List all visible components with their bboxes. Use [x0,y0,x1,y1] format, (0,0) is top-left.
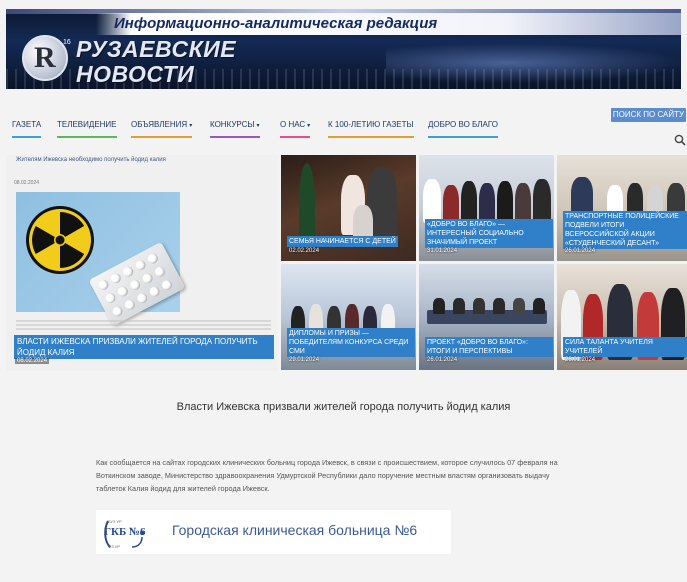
news-tile[interactable]: СИЛА ТАЛАНТА УЧИТЕЛЯ УЧИТЕЛЕЙ 26.01.2024 [557,264,687,370]
article-body: Как сообщается на сайтах городских клини… [96,458,558,493]
hospital-abbr: ГКБ №6 [104,526,146,538]
tile-date: 26.01.2024 [565,248,596,254]
main-nav: ГАЗЕТА ТЕЛЕВИДЕНИЕ ОБЪЯВЛЕНИЯ ▾ КОНКУРСЫ ▾… [0,114,687,141]
tile-figure [433,298,445,314]
hospital-banner: БУЗ УР ГКБ №6 МЗ УР Городская клиническа… [96,510,451,554]
featured-source-date: 08.02.2024 [14,180,40,186]
chevron-down-icon: ▾ [256,123,260,129]
tile-figure [299,163,315,243]
nav-item-television[interactable]: ТЕЛЕВИДЕНИЕ [57,120,117,138]
featured-image [16,192,186,327]
nav-item-announcements[interactable]: ОБЪЯВЛЕНИЯ ▾ [131,120,193,138]
nav-item-label: ТЕЛЕВИДЕНИЕ [57,120,117,129]
nav-item-centenary[interactable]: К 100-ЛЕТИЮ ГАЗЕТЫ [328,120,414,138]
age-rating-badge: 16 [63,39,71,46]
featured-title[interactable]: ВЛАСТИ ИЖЕВСКА ПРИЗВАЛИ ЖИТЕЛЕЙ ГОРОДА П… [14,335,274,359]
tile-title: ТРАНСПОРТНЫЕ ПОЛИЦЕЙСКИЕ ПОДВЕЛИ ИТОГИ В… [563,211,687,249]
news-tile[interactable]: ТРАНСПОРТНЫЕ ПОЛИЦЕЙСКИЕ ПОДВЕЛИ ИТОГИ В… [557,155,687,261]
featured-date: 08.02.2024 [15,358,50,364]
tile-title: ПРОЕКТ «ДОБРО ВО БЛАГО»: ИТОГИ И ПЕРСПЕК… [425,337,553,357]
news-tile[interactable]: СЕМЬЯ НАЧИНАЕТСЯ С ДЕТЕЙ 02.02.2024 [281,155,416,261]
tile-date: 26.01.2024 [565,357,596,363]
nav-item-label: К 100-ЛЕТИЮ ГАЗЕТЫ [328,120,414,129]
page: Информационно-аналитическая редакция R 1… [0,0,687,582]
tile-date: 29.01.2024 [289,357,320,363]
tile-figure [423,179,441,223]
tile-figure [473,298,485,314]
hospital-abbr-bottom: МЗ УР [108,544,121,549]
featured-blurred-text [16,320,271,330]
chevron-down-icon: ▾ [307,123,311,129]
banner-tagline: Информационно-аналитическая редакция [114,15,438,32]
chevron-down-icon: ▾ [189,123,193,129]
nav-item-dobro-vo-blago[interactable]: ДОБРО ВО БЛАГО [428,120,498,138]
tile-figure [533,298,545,314]
nav-item-label: КОНКУРСЫ [210,120,255,129]
logo-name-line1: РУЗАЕВСКИЕ [76,36,237,62]
nav-item-newspaper[interactable]: ГАЗЕТА [12,120,42,138]
news-tile[interactable]: ПРОЕКТ «ДОБРО ВО БЛАГО»: ИТОГИ И ПЕРСПЕК… [419,264,554,370]
tile-title: СИЛА ТАЛАНТА УЧИТЕЛЯ УЧИТЕЛЕЙ [563,337,687,357]
tile-date: 26.01.2024 [427,357,458,363]
tile-figure [453,298,465,314]
nav-item-label: О НАС [280,120,306,129]
hospital-name: Городская клиническая больница №6 [172,522,418,538]
news-tile[interactable]: ДИПЛОМЫ И ПРИЗЫ — ПОБЕДИТЕЛЯМ КОНКУРСА С… [281,264,416,370]
featured-source-caption: Жителям Ижевска необходимо получить йоди… [16,157,166,163]
search-icon[interactable] [674,134,686,146]
logo-letter: R [34,41,56,74]
news-tile[interactable]: «ДОБРО ВО БЛАГО» — ИНТЕРЕСНЫЙ СОЦИАЛЬНО … [419,155,554,261]
logo-emblem[interactable]: R [22,35,68,81]
tile-date: 31.01.2024 [427,248,458,254]
tile-figure [493,298,505,314]
nav-item-label: ГАЗЕТА [12,120,42,129]
hospital-abbr-top: БУЗ УР [108,519,122,524]
nav-item-label: ДОБРО ВО БЛАГО [428,120,498,129]
nav-item-label: ОБЪЯВЛЕНИЯ [131,120,188,129]
logo-name-line2: НОВОСТИ [76,61,195,87]
news-grid: Жителям Ижевска необходимо получить йоди… [6,155,687,371]
tile-title: «ДОБРО ВО БЛАГО» — ИНТЕРЕСНЫЙ СОЦИАЛЬНО … [425,219,553,248]
tile-title: ДИПЛОМЫ И ПРИЗЫ — ПОБЕДИТЕЛЯМ КОНКУРСА С… [287,328,415,357]
tile-figure [427,310,547,324]
article-title: Власти Ижевска призвали жителей города п… [176,401,511,413]
nav-item-about[interactable]: О НАС ▾ [280,120,311,138]
site-banner[interactable]: Информационно-аналитическая редакция R 1… [6,9,681,89]
featured-news-card[interactable]: Жителям Ижевска необходимо получить йоди… [6,155,278,371]
nav-item-contests[interactable]: КОНКУРСЫ ▾ [210,120,260,138]
tile-title: СЕМЬЯ НАЧИНАЕТСЯ С ДЕТЕЙ [287,236,398,247]
tile-figure [513,298,525,314]
tile-date: 02.02.2024 [289,248,320,254]
